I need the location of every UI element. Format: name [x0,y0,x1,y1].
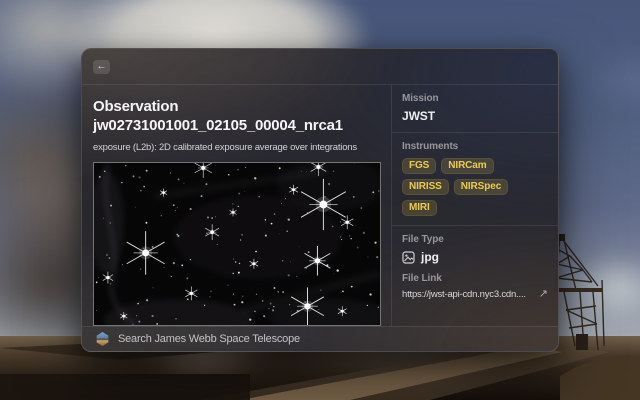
action-bar: Search James Webb Space Telescope [82,326,558,351]
window-header: ← [82,49,558,85]
page-title: Observation jw02731001001_02105_00004_nr… [93,97,380,135]
sidebar-divider [392,225,558,226]
mission-label: Mission [402,93,548,104]
badge-niriss: NIRISS [402,179,449,195]
badge-miri: MIRI [402,200,437,216]
back-button[interactable]: ← [93,60,110,74]
title-line-2: jw02731001001_02105_00004_nrca1 [93,116,380,135]
window-content: Observation jw02731001001_02105_00004_nr… [82,85,558,326]
file-type-row: jpg [402,250,548,264]
external-link-icon[interactable]: ↗ [539,289,548,300]
badge-fgs: FGS [402,158,436,174]
sidebar-divider [392,132,558,133]
jwst-extension-icon [96,332,109,346]
instrument-badges: FGS NIRCam NIRISS NIRSpec MIRI [402,158,532,216]
file-link-row[interactable]: https://jwst-api-cdn.nyc3.cdn.... ↗ [402,289,548,300]
image-icon [402,251,415,264]
extension-name-label: Search James Webb Space Telescope [118,333,300,345]
observation-image [93,162,381,326]
title-line-1: Observation [93,97,380,116]
file-link-url[interactable]: https://jwst-api-cdn.nyc3.cdn.... [402,289,526,300]
raycast-detail-window: ← Observation jw02731001001_02105_00004_… [81,48,559,352]
instruments-label: Instruments [402,141,548,152]
badge-nircam: NIRCam [441,158,493,174]
metadata-sidebar: Mission JWST Instruments FGS NIRCam NIRI… [392,85,558,326]
observation-detail-pane: Observation jw02731001001_02105_00004_nr… [82,85,392,326]
file-link-label: File Link [402,273,548,284]
file-type-value: jpg [421,250,439,264]
observation-subtitle: exposure (L2b): 2D calibrated exposure a… [93,142,380,153]
file-type-label: File Type [402,234,548,245]
mission-value: JWST [402,109,548,123]
badge-nirspec: NIRSpec [454,179,508,195]
